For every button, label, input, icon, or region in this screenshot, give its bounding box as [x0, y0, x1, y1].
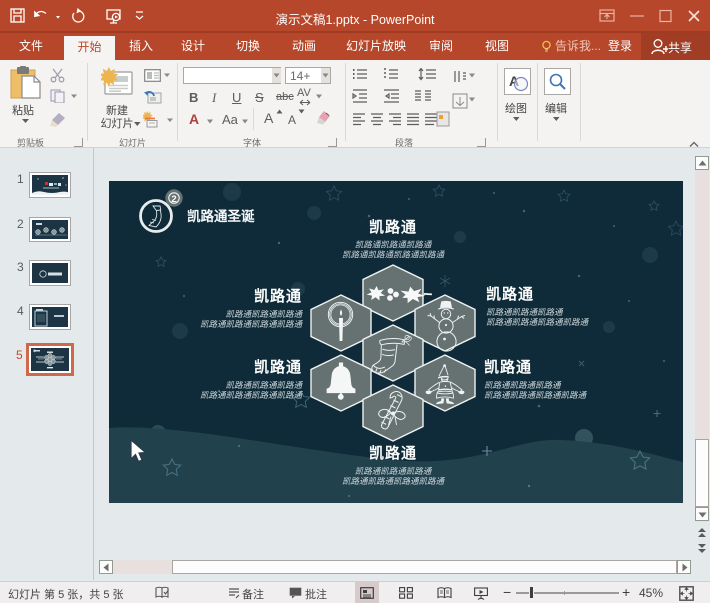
svg-text:凯路通凯路通凯路通: 凯路通凯路通凯路通 [355, 240, 433, 250]
svg-text:凯路通: 凯路通 [484, 358, 532, 376]
svg-text:凯路通凯路通凯路通凯路通: 凯路通凯路通凯路通凯路通 [486, 317, 590, 327]
svg-text:凯路通: 凯路通 [369, 444, 417, 462]
svg-text:凯路通凯路通凯路通凯路通: 凯路通凯路通凯路通凯路通 [200, 390, 304, 400]
svg-text:凯路通凯路通凯路通: 凯路通凯路通凯路通 [484, 380, 562, 390]
svg-text:凯路通圣诞: 凯路通圣诞 [187, 208, 255, 224]
svg-text:凯路通凯路通凯路通: 凯路通凯路通凯路通 [225, 380, 303, 390]
svg-text:凯路通: 凯路通 [369, 218, 417, 236]
svg-text:凯路通: 凯路通 [254, 287, 302, 305]
svg-text:凯路通凯路通凯路通凯路通: 凯路通凯路通凯路通凯路通 [200, 319, 304, 329]
svg-text:凯路通凯路通凯路通: 凯路通凯路通凯路通 [486, 307, 564, 317]
svg-text:2: 2 [171, 194, 176, 205]
svg-text:凯路通凯路通凯路通: 凯路通凯路通凯路通 [225, 309, 303, 319]
svg-text:凯路通凯路通凯路通凯路通: 凯路通凯路通凯路通凯路通 [484, 390, 588, 400]
svg-text:凯路通凯路通凯路通: 凯路通凯路通凯路通 [355, 466, 433, 476]
svg-text:凯路通凯路通凯路通凯路通: 凯路通凯路通凯路通凯路通 [342, 250, 446, 260]
svg-text:凯路通: 凯路通 [486, 285, 534, 303]
svg-text:凯路通: 凯路通 [254, 358, 302, 376]
svg-text:凯路通凯路通凯路通凯路通: 凯路通凯路通凯路通凯路通 [342, 476, 446, 486]
